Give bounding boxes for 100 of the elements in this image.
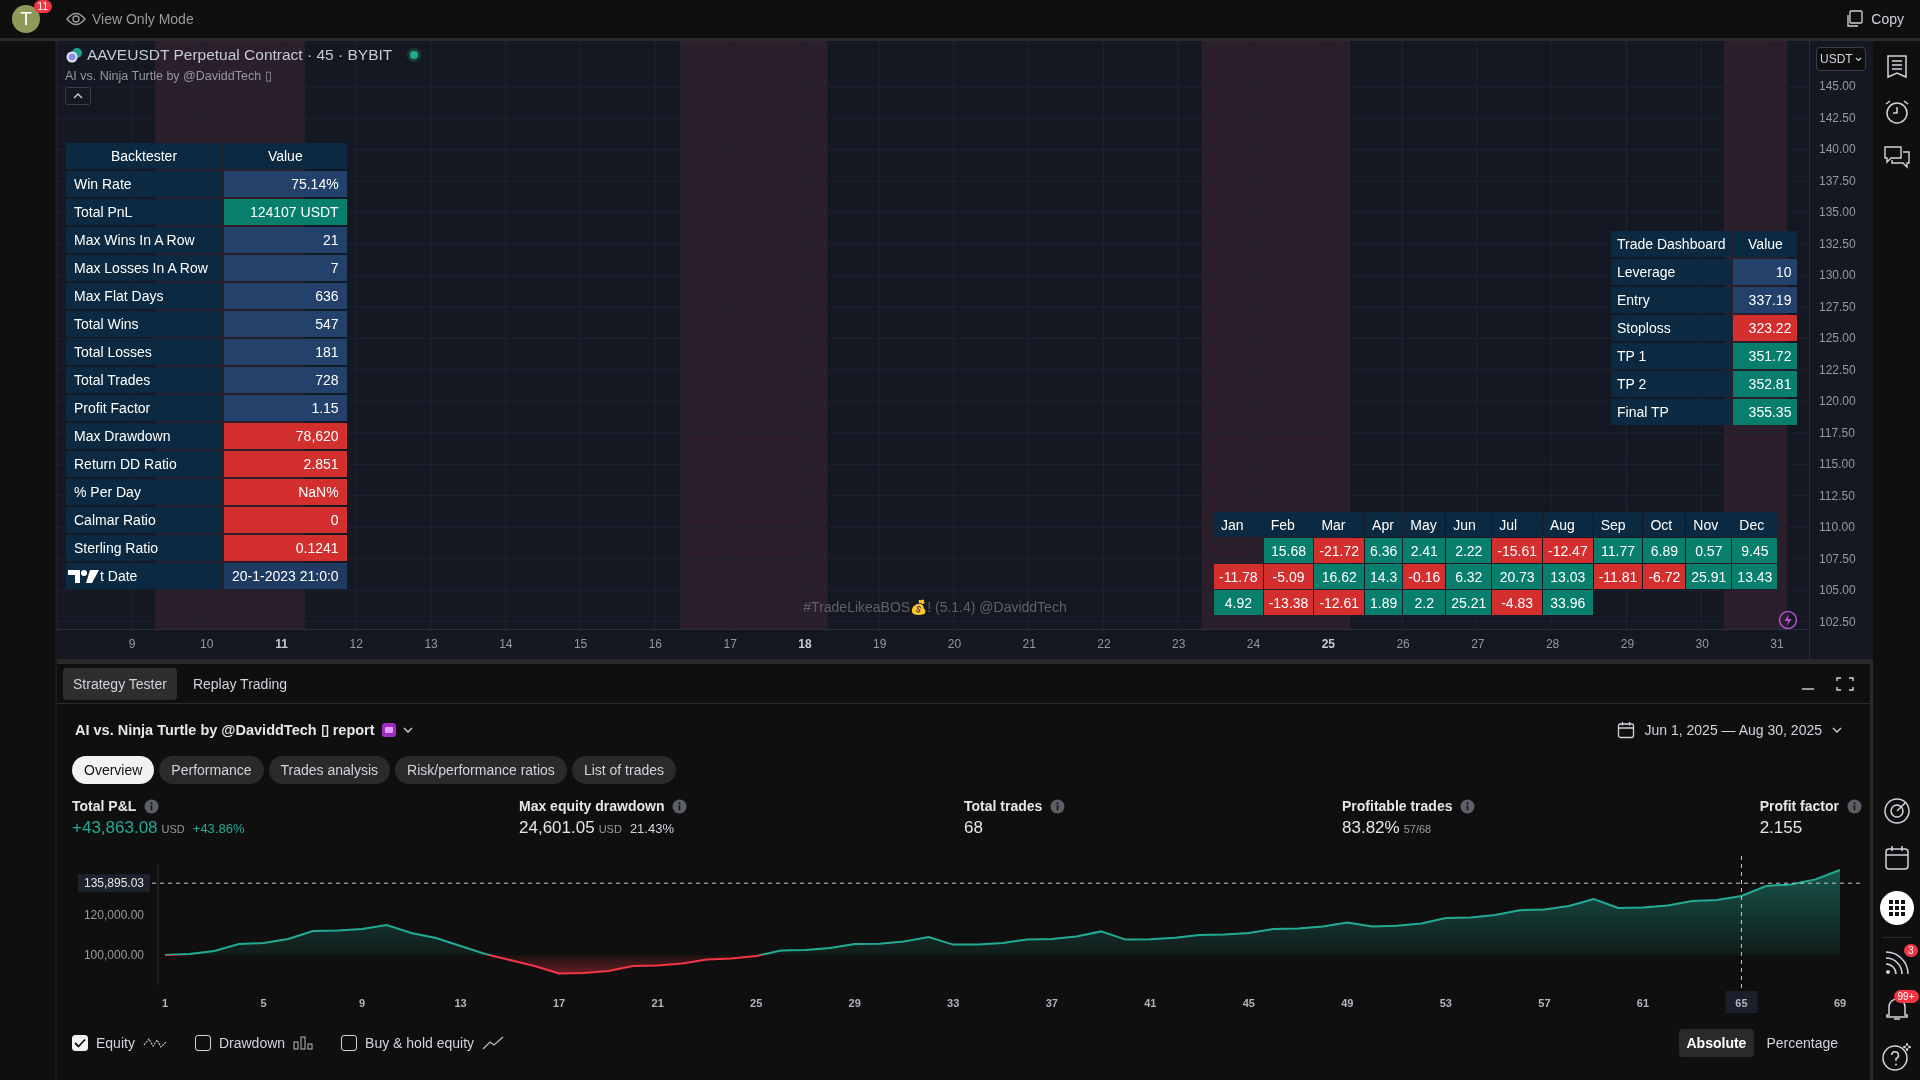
collapse-button[interactable] xyxy=(65,87,91,105)
table-cell: 20-1-2023 21:0:0 xyxy=(224,563,347,589)
currency-dropdown[interactable]: USDT xyxy=(1816,47,1866,71)
view-mode-label: View Only Mode xyxy=(92,11,194,27)
axis-label: 125.00 xyxy=(1819,331,1856,345)
row-label: % Per Day xyxy=(74,484,141,500)
currency-unit: USD xyxy=(598,823,622,835)
axis-label: 21 xyxy=(651,997,664,1009)
axis-label: 13 xyxy=(424,637,438,652)
maximize-icon[interactable] xyxy=(1836,675,1854,692)
table-cell: 78,620 xyxy=(224,423,347,449)
axis-label: 140.00 xyxy=(1819,142,1856,156)
calendar-icon[interactable] xyxy=(380,722,397,738)
axis-label: 45 xyxy=(1242,997,1255,1009)
info-icon[interactable] xyxy=(1847,798,1862,814)
axis-label: 10 xyxy=(200,637,214,652)
indicator-signature: #TradeLikeaBOS💰! (5.1.4) @DaviddTech xyxy=(803,599,1067,615)
axis-label: 23 xyxy=(1172,637,1186,652)
axis-label: 25 xyxy=(750,997,763,1009)
table-header: Jul xyxy=(1492,512,1542,537)
axis-label: 22 xyxy=(1097,637,1111,652)
axis-label: 145.00 xyxy=(1819,79,1856,93)
table-header: Mar xyxy=(1314,512,1365,537)
section-tab[interactable]: Risk/performance ratios xyxy=(395,756,567,784)
legend-label: Buy & hold equity xyxy=(365,1035,475,1051)
metric-value: +43,863.08 xyxy=(72,818,158,838)
section-tab[interactable]: List of trades xyxy=(571,756,677,784)
checkbox[interactable] xyxy=(194,1035,211,1051)
table-cell: 2.851 xyxy=(224,451,347,477)
row-label: t Date xyxy=(100,568,138,584)
time-axis[interactable]: 9 10 11 12 13 14 15 16 17 18 19 20 21 22 23 24 25 26 27 28 29 30 31 xyxy=(57,629,1809,659)
table-cell: 636 xyxy=(224,283,347,309)
section-tab[interactable]: Overview xyxy=(72,756,155,784)
axis-label: 112.50 xyxy=(1819,488,1855,503)
table-cell: 124107 USDT xyxy=(224,199,347,225)
table-cell: TP 2 xyxy=(1611,371,1732,397)
section-tab[interactable]: Performance xyxy=(159,756,264,784)
scale-toggle[interactable]: Absolute xyxy=(1678,1029,1755,1057)
copy-icon xyxy=(1845,10,1864,28)
table-header: Value xyxy=(224,143,347,169)
table-cell: 547 xyxy=(224,311,347,337)
alarm-clock-icon[interactable] xyxy=(1883,99,1910,125)
chevron-down-icon[interactable] xyxy=(402,727,413,733)
table-cell: 0 xyxy=(224,507,347,533)
price-axis[interactable]: USDT 145.00 142.50 140.00 137.50 135.00 132.50 130.00 127.50 125.00 122.50 120.00 117.50 115.00 112.50 110.00 107.50 105.00 102.50 xyxy=(1809,41,1873,659)
table-header: May xyxy=(1403,512,1446,537)
table-header: Aug xyxy=(1543,512,1593,537)
chat-icon[interactable] xyxy=(1883,145,1910,169)
table-cell: -15.61 xyxy=(1492,538,1542,563)
section-tab[interactable]: Trades analysis xyxy=(268,756,391,784)
lightning-icon[interactable] xyxy=(1778,610,1798,630)
axis-label: 25 xyxy=(1321,637,1335,652)
bar-chart-icon xyxy=(293,1036,314,1050)
target-icon[interactable] xyxy=(1882,797,1911,825)
notification-badge: 11 xyxy=(33,0,52,13)
bookmark-list-icon[interactable] xyxy=(1885,55,1908,79)
table-cell: NaN% xyxy=(224,479,347,505)
table-cell: 728 xyxy=(224,367,347,393)
axis-label: 69 xyxy=(1833,997,1847,1009)
info-icon[interactable] xyxy=(1050,798,1066,814)
axis-label: 9 xyxy=(128,637,136,652)
table-cell: 351.72 xyxy=(1733,343,1798,369)
table-cell: 25.91 xyxy=(1686,564,1732,589)
checkbox[interactable] xyxy=(341,1035,358,1051)
feed-icon[interactable] xyxy=(1883,950,1910,976)
date-range-picker[interactable]: Jun 1, 2025 — Aug 30, 2025 xyxy=(1610,720,1848,740)
axis-label: 24 xyxy=(1246,637,1261,652)
axis-label: 15 xyxy=(573,637,588,652)
table-header: Backtester xyxy=(66,143,222,169)
axis-label: 122.50 xyxy=(1819,362,1856,377)
help-icon[interactable] xyxy=(1881,1042,1912,1072)
scale-toggle[interactable]: Percentage xyxy=(1758,1029,1846,1057)
table-cell: 352.81 xyxy=(1733,371,1798,397)
table-cell: 14.3 xyxy=(1365,564,1403,589)
table-header: Sep xyxy=(1593,512,1643,537)
table-cell: Entry xyxy=(1611,287,1732,313)
axis-label: 17 xyxy=(553,997,566,1009)
axis-label: 28 xyxy=(1545,637,1560,652)
axis-label: 53 xyxy=(1439,997,1452,1009)
table-cell: 25.21 xyxy=(1446,590,1492,615)
caret-up-icon xyxy=(73,93,83,99)
axis-label: 115.00 xyxy=(1819,457,1855,471)
info-icon[interactable] xyxy=(672,798,688,814)
row-label: Max Drawdown xyxy=(74,428,171,444)
table-cell: 6.89 xyxy=(1643,538,1686,563)
eye-icon xyxy=(66,12,86,26)
axis-label: 29 xyxy=(1620,637,1635,652)
copy-button[interactable]: Copy xyxy=(1841,6,1908,32)
info-icon[interactable] xyxy=(144,798,160,814)
axis-label: 57 xyxy=(1538,997,1551,1009)
info-icon[interactable] xyxy=(1460,798,1476,814)
price-chart[interactable] xyxy=(57,41,1809,630)
axis-label: 61 xyxy=(1636,997,1650,1009)
panel-tab[interactable]: Strategy Tester xyxy=(63,667,177,700)
apps-grid-icon[interactable] xyxy=(1879,891,1914,925)
panel-tab[interactable]: Replay Trading xyxy=(182,667,298,700)
calendar-icon[interactable] xyxy=(1883,845,1910,871)
metric-label: Total P&L xyxy=(72,798,137,814)
axis-label: 16 xyxy=(648,637,663,652)
table-cell: 21 xyxy=(224,227,347,253)
